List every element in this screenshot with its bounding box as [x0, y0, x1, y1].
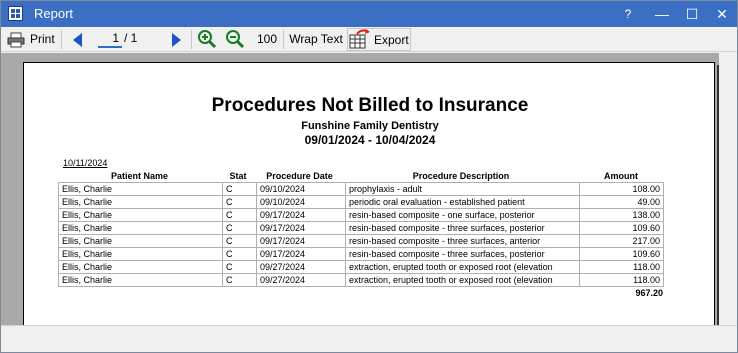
cell-stat: C	[222, 196, 256, 208]
cell-procedure-description: periodic oral evaluation - established p…	[345, 196, 579, 208]
zoom-in-button[interactable]	[196, 28, 218, 51]
cell-procedure-date: 09/17/2024	[256, 248, 345, 260]
cell-amount: 118.00	[579, 261, 663, 273]
vertical-scrollbar[interactable]	[719, 53, 737, 325]
practice-name: Funshine Family Dentistry	[301, 120, 439, 132]
cell-procedure-description: extraction, erupted tooth or exposed roo…	[345, 274, 579, 286]
column-header-procedure-description: Procedure Description	[412, 171, 510, 181]
table-row: Ellis, Charlie C 09/17/2024 resin-based com…	[59, 235, 663, 248]
print-button[interactable]: Print	[5, 28, 57, 51]
table-row: Ellis, Charlie C 09/17/2024 resin-based com…	[59, 222, 663, 235]
report-page: Procedures Not Billed to Insurance Funsh…	[23, 62, 715, 325]
cell-procedure-date: 09/27/2024	[256, 261, 345, 273]
window-title: Report	[34, 6, 74, 21]
cell-amount: 49.00	[579, 196, 663, 208]
cell-patient-name: Ellis, Charlie	[62, 236, 113, 246]
cell-procedure-date: 09/17/2024	[256, 222, 345, 234]
cell-patient-name: Ellis, Charlie	[62, 223, 113, 233]
column-header-stat: Stat	[229, 171, 247, 181]
cell-patient-name: Ellis, Charlie	[62, 184, 113, 194]
table-row: Ellis, Charlie C 09/27/2024 extraction, eru…	[59, 261, 663, 274]
cell-amount: 109.60	[579, 248, 663, 260]
cell-amount: 118.00	[579, 274, 663, 286]
maximize-button[interactable]: ☐	[677, 1, 707, 27]
cell-amount: 108.00	[579, 183, 663, 195]
cell-amount: 138.00	[579, 209, 663, 221]
cell-stat: C	[222, 222, 256, 234]
zoom-out-icon	[226, 30, 245, 49]
zoom-in-icon	[198, 30, 217, 49]
cell-patient-name: Ellis, Charlie	[62, 262, 113, 272]
next-page-button[interactable]	[166, 28, 186, 51]
previous-page-button[interactable]	[67, 28, 87, 51]
cell-procedure-description: resin-based composite - one surface, pos…	[345, 209, 579, 221]
cell-stat: C	[222, 209, 256, 221]
current-page-input[interactable]: 1	[98, 31, 122, 48]
help-button[interactable]: ?	[613, 1, 643, 27]
cell-stat: C	[222, 261, 256, 273]
zoom-100-button[interactable]: 100	[254, 28, 280, 51]
close-button[interactable]: ✕	[707, 1, 737, 27]
cell-procedure-date: 09/17/2024	[256, 209, 345, 221]
printer-icon	[7, 32, 25, 48]
table-row: Ellis, Charlie C 09/17/2024 resin-based com…	[59, 248, 663, 261]
procedures-table: Ellis, Charlie C 09/10/2024 prophylaxis - a…	[58, 182, 664, 287]
export-button[interactable]: Export	[347, 28, 411, 51]
table-row: Ellis, Charlie C 09/27/2024 extraction, eru…	[59, 274, 663, 287]
table-row: Ellis, Charlie C 09/10/2024 prophylaxis - a…	[59, 183, 663, 196]
cell-stat: C	[222, 183, 256, 195]
cell-procedure-description: resin-based composite - three surfaces, …	[345, 248, 579, 260]
cell-procedure-description: resin-based composite - three surfaces, …	[345, 235, 579, 247]
cell-procedure-date: 09/27/2024	[256, 274, 345, 286]
column-header-patient-name: Patient Name	[110, 171, 169, 181]
arrow-left-icon	[73, 33, 82, 47]
column-header-amount: Amount	[604, 171, 638, 181]
cell-patient-name: Ellis, Charlie	[62, 249, 113, 259]
cell-procedure-description: prophylaxis - adult	[345, 183, 579, 195]
wrap-text-button[interactable]: Wrap Text	[288, 28, 344, 51]
total-amount: 967.20	[635, 288, 663, 298]
cell-amount: 217.00	[579, 235, 663, 247]
zoom-out-button[interactable]	[224, 28, 246, 51]
page-indicator[interactable]: 1 / 1	[98, 31, 154, 48]
report-app-icon	[8, 6, 23, 21]
arrow-right-icon	[172, 33, 181, 47]
cell-amount: 109.60	[579, 222, 663, 234]
table-row: Ellis, Charlie C 09/10/2024 periodic oral e…	[59, 196, 663, 209]
cell-patient-name: Ellis, Charlie	[62, 197, 113, 207]
cell-patient-name: Ellis, Charlie	[62, 275, 113, 285]
report-viewport[interactable]: Procedures Not Billed to Insurance Funsh…	[1, 53, 737, 325]
cell-stat: C	[222, 248, 256, 260]
report-title: Procedures Not Billed to Insurance	[211, 95, 529, 116]
cell-procedure-date: 09/10/2024	[256, 183, 345, 195]
date-range: 09/01/2024 - 10/04/2024	[304, 133, 436, 147]
minimize-button[interactable]: —	[647, 1, 677, 27]
spreadsheet-export-icon	[349, 29, 370, 49]
cell-procedure-description: extraction, erupted tooth or exposed roo…	[345, 261, 579, 273]
cell-procedure-description: resin-based composite - three surfaces, …	[345, 222, 579, 234]
cell-procedure-date: 09/17/2024	[256, 235, 345, 247]
cell-stat: C	[222, 274, 256, 286]
cell-patient-name: Ellis, Charlie	[62, 210, 113, 220]
print-label: Print	[30, 32, 55, 46]
run-date: 10/11/2024	[63, 158, 108, 168]
report-window: Report ? — ☐ ✕ Print 1 / 1 100 Wrap Text…	[0, 0, 738, 353]
column-header-procedure-date: Procedure Date	[266, 171, 333, 181]
table-row: Ellis, Charlie C 09/17/2024 resin-based com…	[59, 209, 663, 222]
report-toolbar: Print 1 / 1 100 Wrap Text Export	[1, 27, 737, 52]
status-footer	[1, 325, 737, 352]
total-pages: / 1	[124, 31, 138, 45]
cell-stat: C	[222, 235, 256, 247]
title-bar: Report ? — ☐ ✕	[1, 1, 737, 27]
export-label: Export	[374, 33, 409, 47]
cell-procedure-date: 09/10/2024	[256, 196, 345, 208]
